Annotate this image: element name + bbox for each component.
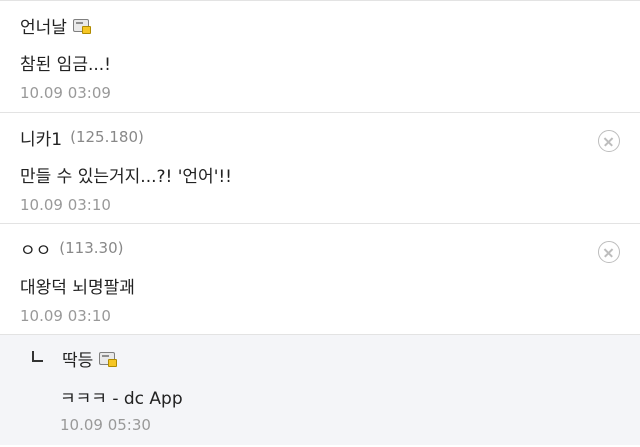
delete-icon[interactable] [598, 241, 620, 263]
comment-header: ㅇㅇ (113.30) [20, 236, 124, 261]
comment-date: 10.09 03:10 [20, 307, 111, 325]
comment-nickname[interactable]: 니카1 [20, 125, 62, 150]
reply-nickname[interactable]: 딱등 [62, 346, 93, 371]
comment-header: 언너날 [20, 13, 91, 38]
comment-item: ㅇㅇ (113.30) 대왕덕 뇌명팔괘 10.09 03:10 [0, 224, 640, 335]
comment-header: 니카1 (125.180) [20, 125, 144, 150]
comment-item: 니카1 (125.180) 만들 수 있는거지...?! '언어'!! 10.0… [0, 113, 640, 224]
comment-date: 10.09 03:09 [20, 84, 111, 102]
comment-ip: (125.180) [70, 128, 144, 146]
comment-item: 언너날 참된 임금...! 10.09 03:09 [0, 0, 640, 113]
comment-nickname[interactable]: 언너날 [20, 13, 67, 38]
reply-header: 딱등 [32, 346, 118, 371]
reply-date: 10.09 05:30 [60, 416, 151, 434]
comment-text: 만들 수 있는거지...?! '언어'!! [20, 167, 232, 187]
comment-nickname[interactable]: ㅇㅇ [20, 236, 51, 261]
comment-date: 10.09 03:10 [20, 196, 111, 214]
reply-arrow-icon [32, 350, 43, 362]
reply-item: 딱등 ㅋㅋㅋ - dc App 10.09 05:30 [0, 335, 640, 445]
comment-list: 언너날 참된 임금...! 10.09 03:09 니카1 (125.180) … [0, 0, 640, 445]
comment-text: 참된 임금...! [20, 55, 111, 75]
member-icon [72, 18, 91, 34]
reply-text: ㅋㅋㅋ - dc App [60, 389, 183, 409]
member-icon [99, 351, 118, 367]
comment-text: 대왕덕 뇌명팔괘 [20, 278, 135, 298]
comment-ip: (113.30) [59, 239, 124, 257]
delete-icon[interactable] [598, 130, 620, 152]
